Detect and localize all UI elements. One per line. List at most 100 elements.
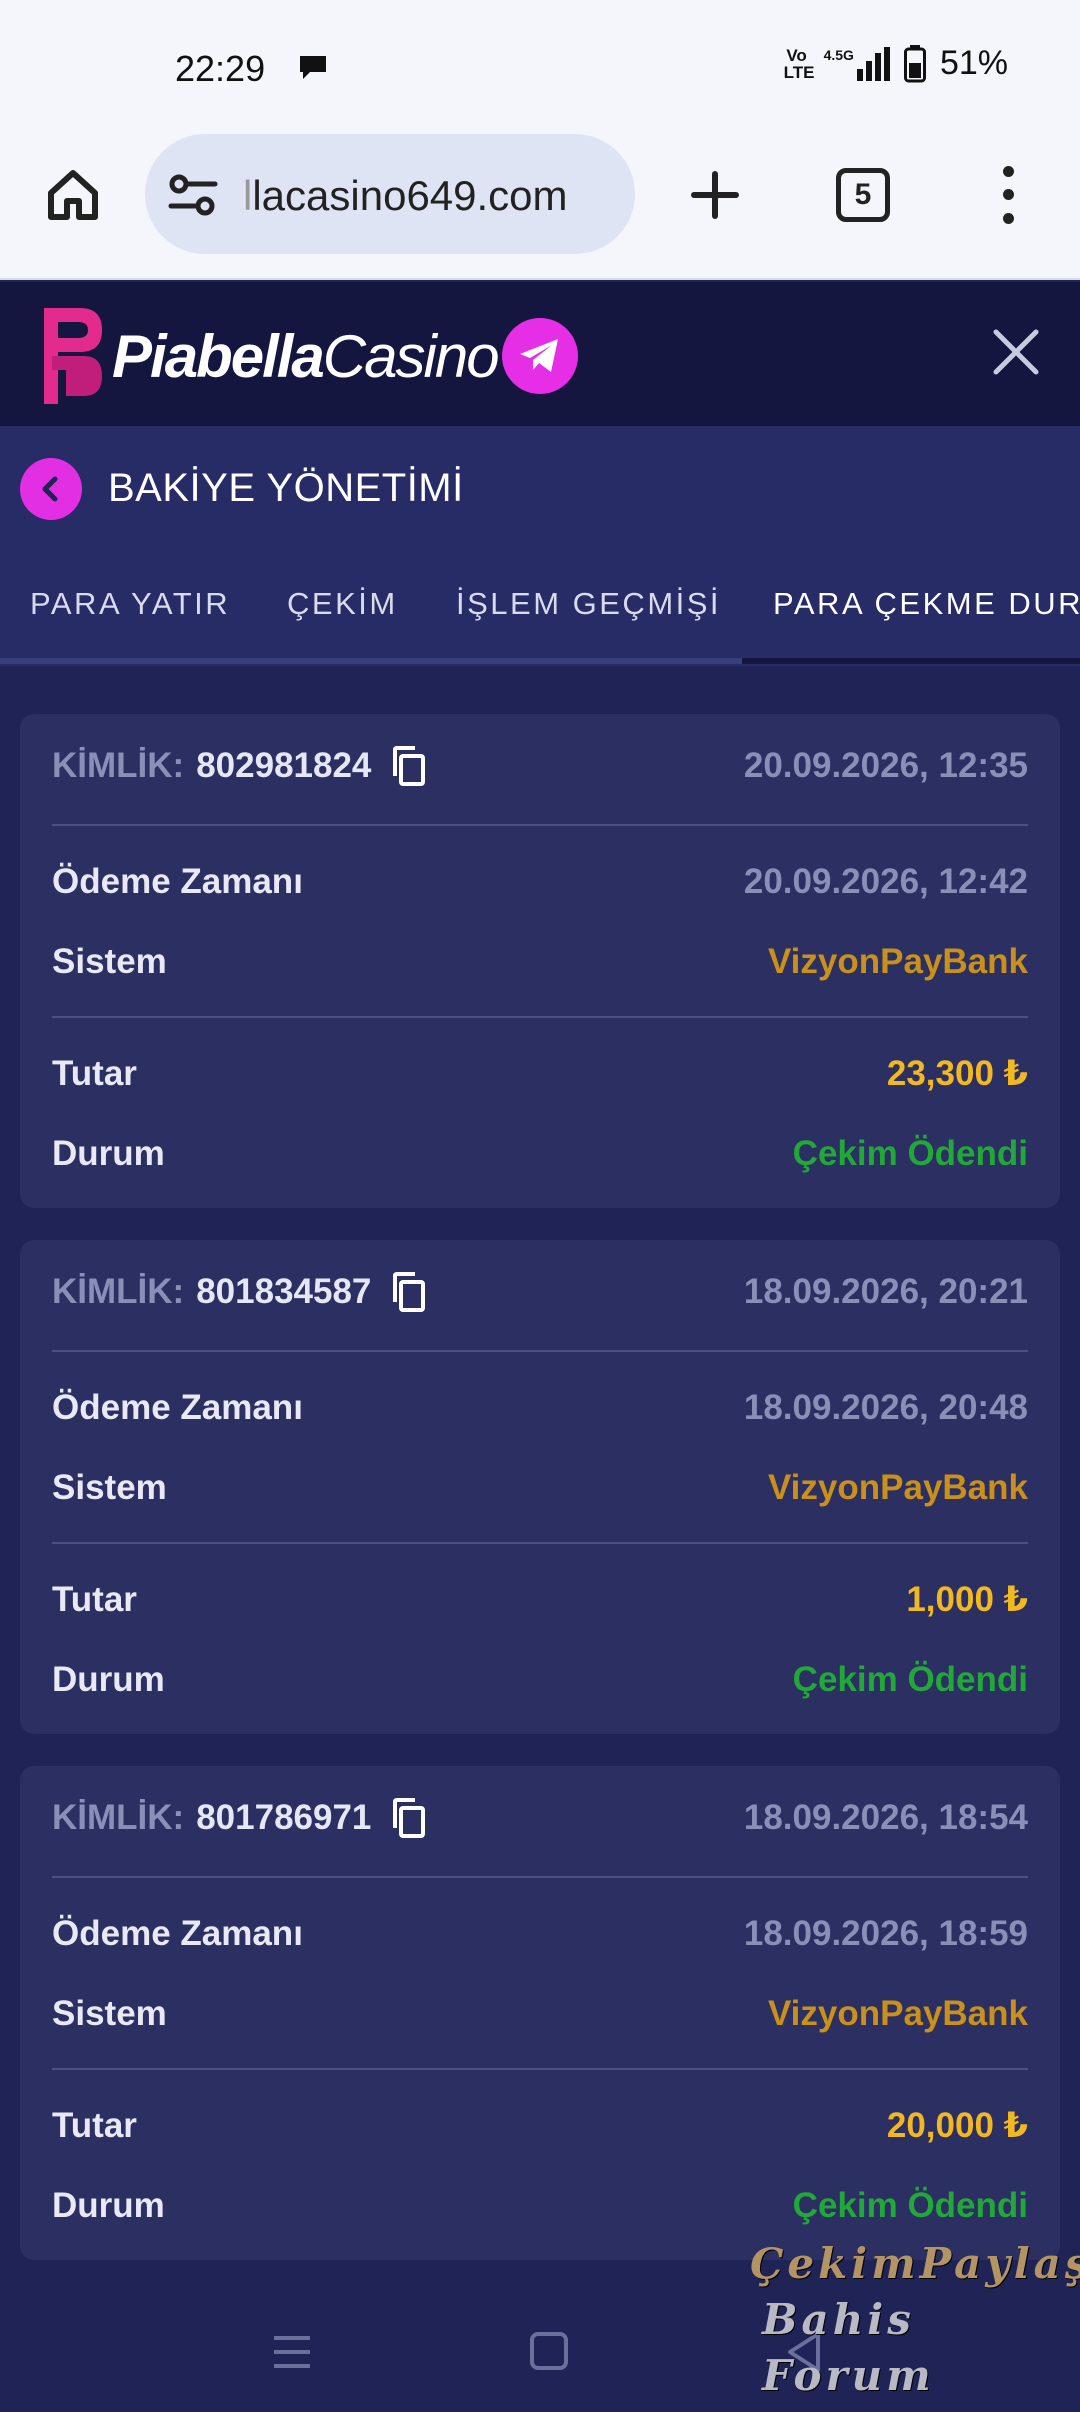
status-label: Durum [52,2186,165,2225]
tab-para-yatir[interactable]: PARA YATIR [30,586,230,622]
divider [52,1876,1028,1878]
amount-value: 20,000 ₺ [886,2106,1028,2145]
watermark-line1: ÇekimPaylaş [750,2239,1080,2288]
active-tab-indicator [742,658,1080,664]
battery-percent: 51% [939,44,1008,82]
amount-row: Tutar 20,000 ₺ [52,2106,1028,2146]
kimlik-label: KİMLİK: [52,1798,185,1837]
divider [52,1016,1028,1018]
system-row: Sistem VizyonPayBank [52,942,1028,982]
status-label: Durum [52,1660,165,1699]
system-label: Sistem [52,1994,167,2033]
back-button[interactable] [20,458,82,520]
home-nav-icon[interactable] [520,2326,580,2378]
system-value: VizyonPayBank [767,942,1028,981]
amount-value: 23,300 ₺ [886,1054,1028,1093]
forum-watermark: ÇekimPaylaş Bahis Forum [750,2236,1080,2404]
payment-time-row: Ödeme Zamanı 18.09.2026, 18:59 [52,1914,1028,1954]
status-value: Çekim Ödendi [792,1134,1028,1173]
divider [52,1350,1028,1352]
payment-time-label: Ödeme Zamanı [52,862,303,901]
divider [52,824,1028,826]
system-value: VizyonPayBank [767,1994,1028,2033]
card-header: KİMLİK: 802981824 20.09.2026, 12:35 [52,744,1028,788]
menu-dot [1002,212,1014,224]
new-tab-button[interactable] [680,160,750,230]
card-header: KİMLİK: 801786971 18.09.2026, 18:54 [52,1796,1028,1840]
copy-icon[interactable] [389,1270,431,1314]
divider [52,2068,1028,2070]
menu-dot [1002,166,1014,178]
tab-switcher-button[interactable]: 5 [836,168,890,222]
copy-icon[interactable] [389,1796,431,1840]
tab-islem-gecmisi[interactable]: İŞLEM GEÇMİŞİ [456,586,721,622]
home-button[interactable] [38,160,108,230]
withdrawal-card: KİMLİK: 801786971 18.09.2026, 18:54 Ödem… [20,1766,1060,2260]
status-row: Durum Çekim Ödendi [52,2186,1028,2226]
telegram-plane-icon [519,339,558,372]
address-bar[interactable]: llacasino649.com [145,134,635,254]
created-date: 18.09.2026, 18:54 [743,1798,1028,1837]
tabs-row: PARA YATIR ÇEKİM İŞLEM GEÇMİŞİ PARA ÇEKM… [0,546,1080,666]
payment-time-row: Ödeme Zamanı 18.09.2026, 20:48 [52,1388,1028,1428]
created-date: 18.09.2026, 20:21 [743,1272,1028,1311]
card-header: KİMLİK: 801834587 18.09.2026, 20:21 [52,1270,1028,1314]
payment-time-value: 18.09.2026, 18:59 [743,1914,1028,1953]
close-icon[interactable] [990,326,1042,378]
url-text[interactable]: llacasino649.com [243,172,623,220]
logo-mark-icon [44,308,102,404]
browser-menu-button[interactable] [990,160,1026,230]
tab-cekim[interactable]: ÇEKİM [287,586,398,622]
status-value: Çekim Ödendi [792,1660,1028,1699]
status-value: Çekim Ödendi [792,2186,1028,2225]
payment-time-value: 20.09.2026, 12:42 [743,862,1028,901]
kimlik-label: KİMLİK: [52,1272,185,1311]
home-icon [48,170,98,220]
battery-icon [903,44,926,82]
system-row: Sistem VizyonPayBank [52,1994,1028,2034]
kimlik-value: 801834587 [196,1272,372,1311]
logo-bold: Piabella [112,322,325,390]
payment-time-row: Ödeme Zamanı 20.09.2026, 12:42 [52,862,1028,902]
recent-apps-icon[interactable] [262,2326,322,2378]
tab-para-cekme-durumu[interactable]: PARA ÇEKME DURUMU [773,586,1080,622]
withdrawal-id: KİMLİK: 801834587 [52,1270,431,1314]
status-row: Durum Çekim Ödendi [52,1134,1028,1174]
signal-icon: 4.5G [823,46,890,81]
chevron-left-icon [42,476,58,502]
amount-row: Tutar 23,300 ₺ [52,1054,1028,1094]
withdrawal-id: KİMLİK: 802981824 [52,744,431,788]
status-bar: 22:29 Vo LTE 4.5G 51% [0,0,1080,130]
system-label: Sistem [52,1468,167,1507]
site-logo[interactable]: PiabellaCasino [40,296,578,416]
browser-toolbar: llacasino649.com 5 [0,130,1080,280]
plus-icon [691,171,739,219]
status-label: Durum [52,1134,165,1173]
menu-dot [1002,189,1014,201]
message-notification-icon [300,56,326,79]
status-indicators: Vo LTE 4.5G 51% [784,44,1008,83]
page-title-row: BAKİYE YÖNETİMİ [0,426,1080,546]
kimlik-label: KİMLİK: [52,746,185,785]
network-type: 4.5G [823,46,854,63]
amount-label: Tutar [52,1054,137,1093]
volte-line1: Vo [786,45,807,65]
telegram-icon[interactable] [501,318,578,394]
withdrawal-card: KİMLİK: 802981824 20.09.2026, 12:35 Ödem… [20,714,1060,1208]
volte-indicator: Vo LTE [784,45,815,81]
watermark-line2: Bahis Forum [762,2295,935,2400]
amount-label: Tutar [52,2106,137,2145]
copy-icon[interactable] [389,744,431,788]
url-fade: l [243,172,253,219]
amount-value: 1,000 ₺ [906,1580,1028,1619]
system-label: Sistem [52,942,167,981]
payment-time-value: 18.09.2026, 20:48 [743,1388,1028,1427]
url-domain: lacasino649.com [252,172,568,219]
site-settings-icon[interactable] [167,170,219,220]
system-row: Sistem VizyonPayBank [52,1468,1028,1508]
withdrawal-card: KİMLİK: 801834587 18.09.2026, 20:21 Ödem… [20,1240,1060,1734]
tabs-underline [0,658,742,664]
payment-time-label: Ödeme Zamanı [52,1914,303,1953]
system-value: VizyonPayBank [767,1468,1028,1507]
payment-time-label: Ödeme Zamanı [52,1388,303,1427]
